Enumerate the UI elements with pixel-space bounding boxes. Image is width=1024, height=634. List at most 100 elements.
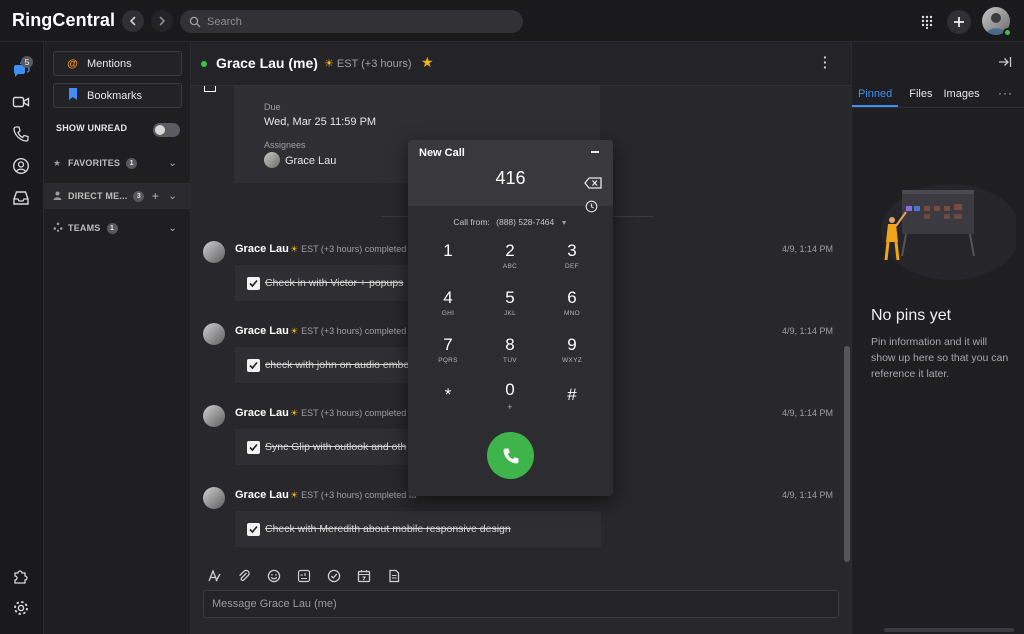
teams-icon [53, 222, 64, 234]
paperclip-icon [239, 569, 250, 582]
sender-avatar[interactable] [203, 241, 225, 263]
phone-icon [13, 126, 29, 142]
completed-task-card[interactable]: Check with Meredith about mobile respons… [235, 511, 601, 547]
video-icon [12, 96, 30, 108]
tab-files[interactable]: Files [909, 88, 932, 107]
conversation-title: Grace Lau (me) [216, 55, 318, 71]
rail-phone[interactable] [11, 124, 31, 144]
chevron-down-icon: ⌄ [168, 157, 177, 169]
emoji-button[interactable] [265, 567, 283, 585]
rail-settings[interactable] [11, 598, 31, 618]
task-check-icon [327, 569, 341, 583]
dial-key-5[interactable]: 5 JKL [490, 288, 530, 324]
dial-key-0[interactable]: 0 + [490, 380, 530, 416]
task-title: Check with Meredith about mobile respons… [265, 523, 511, 535]
more-tabs-icon[interactable]: ··· [998, 86, 1013, 100]
call-from-selector[interactable]: Call from: (888) 528-7464 ▼ [408, 217, 613, 227]
chevron-down-icon: ⌄ [168, 222, 177, 234]
checkbox-checked[interactable] [247, 276, 260, 290]
task-button[interactable] [325, 567, 343, 585]
dial-key-hash[interactable]: # [552, 385, 592, 421]
favorite-star-icon[interactable]: ★ [421, 54, 434, 71]
key-letters: TUV [503, 357, 517, 364]
plus-icon [954, 17, 964, 27]
emoji-icon [267, 569, 281, 583]
show-unread-toggle[interactable] [153, 123, 180, 137]
rail-inbox[interactable] [11, 188, 31, 208]
collapse-panel-icon[interactable] [998, 55, 1012, 69]
section-teams[interactable]: TEAMS 1 ⌄ [44, 215, 191, 241]
message-composer[interactable] [203, 590, 839, 618]
event-button[interactable] [355, 567, 373, 585]
composer-toolbar [205, 566, 415, 586]
add-direct-icon[interactable]: + [152, 189, 159, 203]
tab-images[interactable]: Images [944, 88, 980, 107]
task-title: Sync Glip with outlook and oth [265, 441, 407, 453]
back-button[interactable] [122, 10, 144, 32]
right-panel-scrollbar[interactable] [884, 628, 1014, 632]
dialer-header: New Call 416 [408, 140, 613, 206]
side-panel: @ Mentions Bookmarks SHOW UNREAD ★ FAVOR… [44, 42, 191, 634]
key-digit: 5 [505, 288, 515, 307]
call-button[interactable] [487, 432, 534, 479]
sender-name[interactable]: Grace Lau [235, 407, 289, 419]
dial-key-6[interactable]: 6 MNO [552, 288, 592, 324]
backspace-icon[interactable] [584, 177, 602, 189]
dial-key-1[interactable]: 1 [428, 241, 468, 277]
checkbox-checked[interactable] [247, 522, 260, 536]
rail-apps[interactable] [11, 566, 31, 586]
tab-pinned[interactable]: Pinned [852, 88, 899, 107]
mentions-button[interactable]: @ Mentions [53, 51, 182, 76]
dialed-number[interactable]: 416 [408, 168, 613, 189]
sender-name[interactable]: Grace Lau [235, 243, 289, 255]
section-direct-messages[interactable]: DIRECT ME... 3 + ⌄ [44, 183, 191, 209]
search-bar[interactable] [180, 10, 523, 33]
key-digit: 0 [505, 380, 515, 399]
rail-contacts[interactable] [11, 156, 31, 176]
checkbox-checked[interactable] [247, 440, 260, 454]
format-text-button[interactable] [205, 567, 223, 585]
at-sign-icon: @ [67, 57, 78, 70]
sender-name[interactable]: Grace Lau [235, 489, 289, 501]
dial-key-7[interactable]: 7 PQRS [428, 335, 468, 371]
check-icon [249, 279, 258, 287]
forward-button[interactable] [151, 10, 173, 32]
dial-key-2[interactable]: 2 ABC [490, 241, 530, 277]
dial-key-star[interactable]: * [428, 385, 468, 421]
post-time: 4/9, 1:14 PM [782, 490, 834, 500]
gif-button[interactable] [295, 567, 313, 585]
key-digit: 1 [443, 241, 453, 260]
checkbox-checked[interactable] [247, 358, 260, 372]
minimize-icon[interactable] [591, 151, 599, 153]
sender-avatar[interactable] [203, 487, 225, 509]
sender-avatar[interactable] [203, 405, 225, 427]
dialpad-button[interactable] [915, 10, 939, 34]
new-action-button[interactable] [947, 10, 971, 34]
message-input[interactable] [204, 591, 838, 617]
key-letters: + [507, 402, 513, 412]
conversation-scrollbar[interactable] [844, 346, 850, 562]
sender-avatar[interactable] [203, 323, 225, 345]
section-favorites-label: FAVORITES [68, 158, 121, 168]
post-meta: ☀ EST (+3 hours) completed t [290, 244, 412, 254]
chevron-left-icon [129, 16, 136, 26]
online-status-dot [201, 61, 207, 67]
dial-key-9[interactable]: 9 WXYZ [552, 335, 592, 371]
task-checkbox-partial [204, 86, 216, 92]
mentions-label: Mentions [87, 57, 132, 70]
key-letters: DEF [565, 263, 579, 270]
dial-key-3[interactable]: 3 DEF [552, 241, 592, 277]
rail-video[interactable] [11, 92, 31, 112]
sender-name[interactable]: Grace Lau [235, 325, 289, 337]
assignee-avatar [264, 152, 280, 168]
call-history-icon[interactable] [585, 200, 598, 213]
post-meta-text: EST (+3 hours) completed t [301, 326, 412, 336]
more-options-icon[interactable]: · · · [823, 50, 828, 74]
note-button[interactable] [385, 567, 403, 585]
dial-key-4[interactable]: 4 GHI [428, 288, 468, 324]
section-favorites[interactable]: ★ FAVORITES 1 ⌄ [44, 150, 191, 176]
attach-button[interactable] [235, 567, 253, 585]
dial-key-8[interactable]: 8 TUV [490, 335, 530, 371]
bookmarks-button[interactable]: Bookmarks [53, 83, 182, 108]
search-input[interactable] [207, 15, 507, 28]
